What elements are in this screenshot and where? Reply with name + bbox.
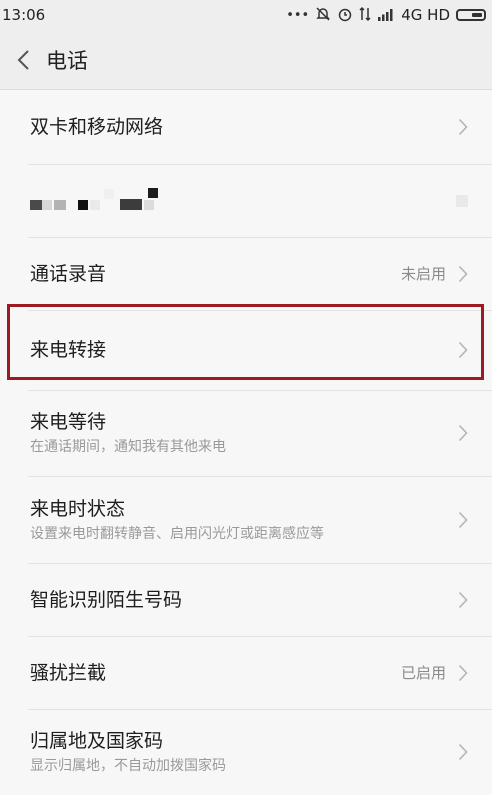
chevron-right-icon	[458, 664, 468, 682]
row-title: 智能识别陌生号码	[30, 588, 183, 611]
status-time: 13:06	[2, 6, 46, 24]
settings-list: 双卡和移动网络 通话录音 未启用 来电转接 来电等待 在通话期间，通知我有其他来…	[0, 90, 492, 795]
alarm-icon	[337, 6, 353, 25]
settings-row-incoming-call-status[interactable]: 来电时状态 设置来电时翻转静音、启用闪光灯或距离感应等	[0, 476, 492, 563]
chevron-right-icon	[458, 743, 468, 761]
app-header: 电话	[0, 30, 492, 90]
settings-row-harassment-block[interactable]: 骚扰拦截 已启用	[0, 636, 492, 709]
row-title: 来电时状态	[30, 497, 126, 520]
redacted-content	[30, 187, 456, 210]
row-title: 来电转接	[30, 339, 107, 361]
data-arrows-icon	[359, 6, 371, 25]
settings-row-call-waiting[interactable]: 来电等待 在通话期间，通知我有其他来电	[0, 390, 492, 476]
mute-bell-icon	[315, 6, 331, 25]
page-title: 电话	[46, 48, 88, 73]
row-title: 来电等待	[30, 411, 107, 433]
more-dots-icon: •••	[286, 7, 310, 23]
row-status: 未启用	[400, 265, 446, 283]
settings-row-call-forwarding[interactable]: 来电转接	[0, 310, 492, 390]
settings-row-call-recording[interactable]: 通话录音 未启用	[0, 237, 492, 310]
status-icons: ••• 4G HD	[286, 6, 486, 25]
chevron-right-icon	[458, 118, 468, 136]
chevron-right-icon	[458, 265, 468, 283]
chevron-right-icon	[458, 424, 468, 442]
row-title: 双卡和移动网络	[30, 116, 164, 138]
row-subtitle: 设置来电时翻转静音、启用闪光灯或距离感应等	[30, 525, 324, 542]
signal-icon	[377, 7, 395, 24]
row-title: 归属地及国家码	[30, 730, 164, 752]
battery-icon	[456, 9, 486, 21]
row-status: 已启用	[400, 664, 446, 682]
network-label: 4G HD	[401, 6, 450, 24]
row-subtitle: 在通话期间，通知我有其他来电	[30, 439, 226, 455]
redacted-marker	[456, 194, 468, 207]
settings-row-dual-sim[interactable]: 双卡和移动网络	[0, 90, 492, 164]
status-bar: 13:06 ••• 4G HD	[0, 0, 492, 30]
row-title: 通话录音	[30, 262, 107, 285]
settings-row-location-country-code[interactable]: 归属地及国家码 显示归属地，不自动加拨国家码	[0, 709, 492, 795]
chevron-right-icon	[458, 591, 468, 609]
chevron-right-icon	[458, 511, 468, 529]
settings-row-redacted[interactable]	[0, 164, 492, 237]
row-subtitle: 显示归属地，不自动加拨国家码	[30, 758, 226, 774]
chevron-left-icon[interactable]	[0, 30, 46, 90]
settings-row-unknown-number-id[interactable]: 智能识别陌生号码	[0, 563, 492, 636]
chevron-right-icon	[458, 341, 468, 359]
row-title: 骚扰拦截	[30, 661, 107, 684]
